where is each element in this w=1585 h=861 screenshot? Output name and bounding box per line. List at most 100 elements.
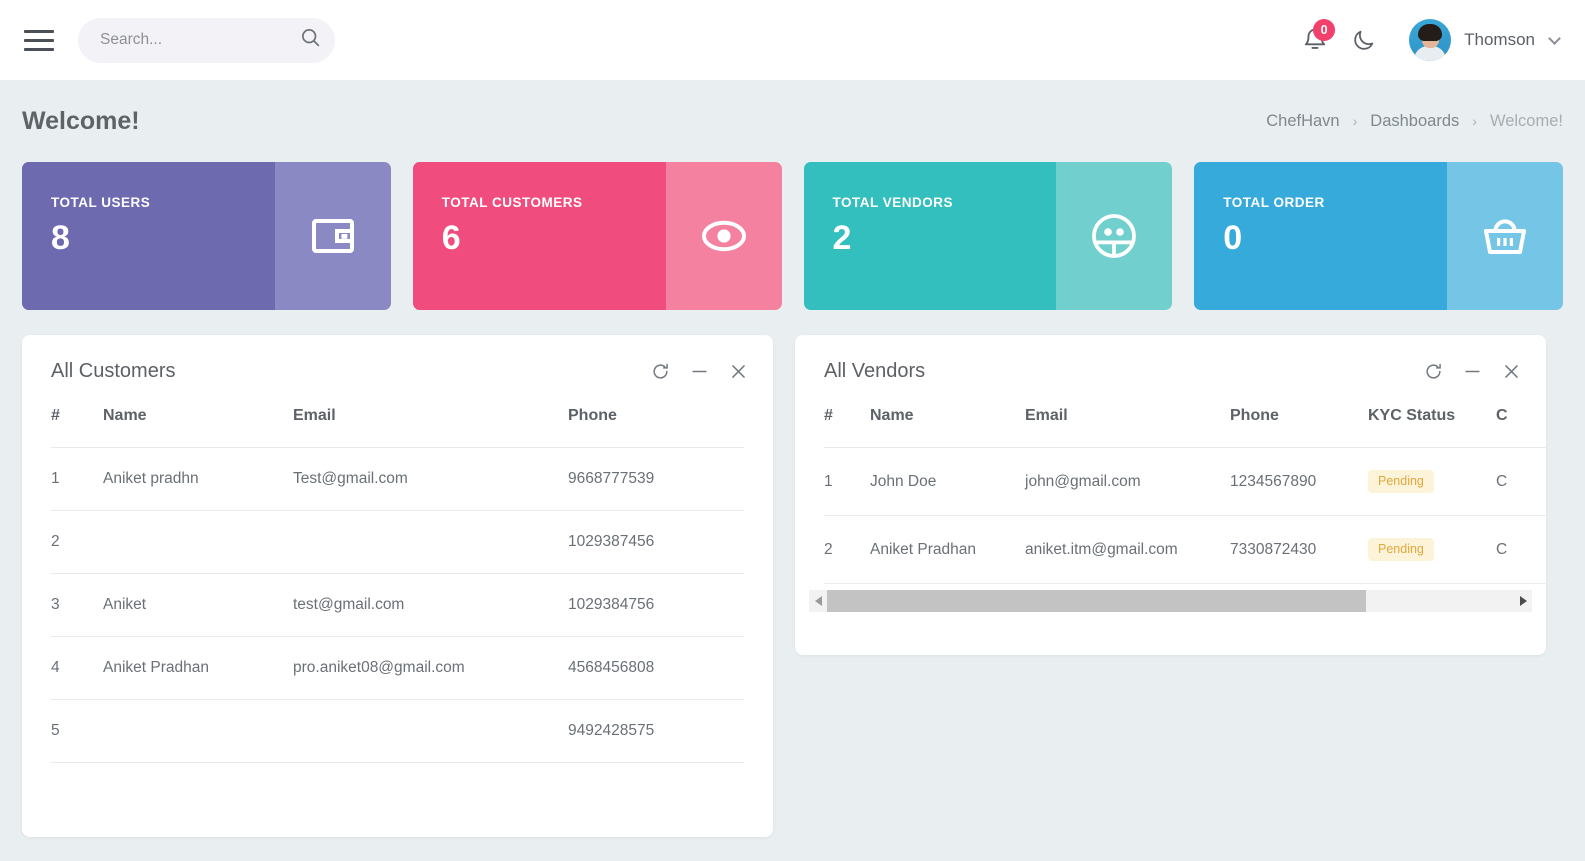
cell-name bbox=[103, 510, 293, 574]
column-header-email: Email bbox=[293, 407, 336, 424]
cell-phone: 1029387456 bbox=[568, 510, 744, 574]
column-header-name: Name bbox=[870, 407, 914, 424]
all-vendors-panel: All Vendors # Name Email Phone KYC Statu… bbox=[795, 335, 1546, 655]
cell-email: aniket.itm@gmail.com bbox=[1025, 515, 1230, 584]
customers-table: # Name Email Phone 1 Aniket pradhn Test@… bbox=[51, 407, 744, 763]
table-body: 1 Aniket pradhn Test@gmail.com 966877753… bbox=[51, 447, 744, 763]
close-icon[interactable] bbox=[727, 360, 749, 382]
cell-index: 2 bbox=[51, 510, 103, 574]
cell-kyc-status: Pending bbox=[1368, 447, 1496, 516]
theme-toggle-button[interactable] bbox=[1339, 16, 1387, 64]
notification-count-badge: 0 bbox=[1313, 19, 1336, 41]
stat-value: 2 bbox=[832, 219, 852, 257]
cell-index: 3 bbox=[51, 573, 103, 637]
table-header-row: # Name Email Phone KYC Status C bbox=[824, 407, 1546, 448]
stat-card-total-order[interactable]: TOTAL ORDER 0 bbox=[1194, 162, 1563, 310]
cell-phone: 9492428575 bbox=[568, 699, 744, 763]
scroll-right-arrow-icon[interactable] bbox=[1514, 590, 1532, 612]
table-head: # Name Email Phone bbox=[51, 407, 744, 448]
column-header-index: # bbox=[51, 407, 60, 424]
table-row[interactable]: 4 Aniket Pradhan pro.aniket08@gmail.com … bbox=[51, 636, 744, 700]
search-input[interactable] bbox=[100, 31, 300, 49]
scrollbar-thumb[interactable] bbox=[827, 590, 1367, 612]
table-row[interactable]: 1 Aniket pradhn Test@gmail.com 966877753… bbox=[51, 447, 744, 511]
cell-index: 5 bbox=[51, 699, 103, 763]
user-menu[interactable]: Thomson bbox=[1409, 19, 1561, 61]
minimize-icon[interactable] bbox=[688, 360, 710, 382]
cell-name: Aniket pradhn bbox=[103, 447, 293, 511]
panel-title: All Vendors bbox=[824, 359, 926, 382]
stat-card-body: TOTAL ORDER 0 bbox=[1194, 162, 1447, 310]
vendors-table: # Name Email Phone KYC Status C 1 John D… bbox=[824, 407, 1546, 584]
wallet-icon bbox=[275, 162, 391, 310]
cell-name: Aniket Pradhan bbox=[103, 636, 293, 700]
table-row[interactable]: 2 1029387456 bbox=[51, 510, 744, 574]
status-badge: Pending bbox=[1368, 538, 1434, 561]
search-icon[interactable] bbox=[300, 27, 321, 53]
cell-email: john@gmail.com bbox=[1025, 447, 1230, 516]
cell-phone: 7330872430 bbox=[1230, 515, 1368, 584]
table-body: 1 John Doe john@gmail.com 1234567890 Pen… bbox=[824, 447, 1546, 584]
cell-clipped: C bbox=[1496, 515, 1546, 584]
scroll-left-arrow-icon[interactable] bbox=[809, 590, 827, 612]
page-content: Welcome! ChefHavn › Dashboards › Welcome… bbox=[0, 80, 1585, 837]
cell-email bbox=[293, 699, 568, 763]
page-title: Welcome! bbox=[22, 106, 140, 135]
close-icon[interactable] bbox=[1500, 360, 1522, 382]
avatar bbox=[1409, 19, 1452, 61]
table-row[interactable]: 3 Aniket test@gmail.com 1029384756 bbox=[51, 573, 744, 637]
panel-header: All Vendors bbox=[795, 335, 1546, 407]
panel-tools bbox=[1422, 360, 1522, 382]
hamburger-menu-icon[interactable] bbox=[22, 23, 56, 57]
stat-label: TOTAL USERS bbox=[51, 195, 151, 210]
scrollbar-track[interactable] bbox=[827, 590, 1514, 612]
stat-label: TOTAL CUSTOMERS bbox=[441, 195, 583, 210]
cell-email: Test@gmail.com bbox=[293, 447, 568, 511]
chevron-down-icon[interactable] bbox=[1548, 31, 1561, 45]
cell-email bbox=[293, 510, 568, 574]
stat-card-total-users[interactable]: TOTAL USERS 8 bbox=[22, 162, 391, 310]
stat-card-total-customers[interactable]: TOTAL CUSTOMERS 6 bbox=[412, 162, 782, 310]
search-box[interactable] bbox=[78, 17, 335, 63]
minimize-icon[interactable] bbox=[1461, 360, 1483, 382]
cell-phone: 4568456808 bbox=[568, 636, 744, 700]
table-row[interactable]: 2 Aniket Pradhan aniket.itm@gmail.com 73… bbox=[824, 515, 1546, 584]
column-header-email: Email bbox=[1025, 407, 1068, 424]
breadcrumb-separator-icon: › bbox=[1472, 113, 1477, 129]
refresh-icon[interactable] bbox=[649, 360, 671, 382]
stat-card-total-vendors[interactable]: TOTAL VENDORS 2 bbox=[803, 162, 1173, 310]
breadcrumb-item-chefhavn[interactable]: ChefHavn bbox=[1266, 112, 1339, 131]
stat-card-body: TOTAL VENDORS 2 bbox=[803, 162, 1057, 310]
all-customers-panel: All Customers # Name Email Phone 1 Anike… bbox=[22, 335, 773, 837]
dashboard-panels: All Customers # Name Email Phone 1 Anike… bbox=[22, 335, 1563, 837]
horizontal-scrollbar[interactable] bbox=[809, 590, 1532, 612]
status-badge: Pending bbox=[1368, 470, 1434, 493]
cell-index: 1 bbox=[824, 447, 870, 516]
table-row[interactable]: 5 9492428575 bbox=[51, 699, 744, 763]
stat-value: 6 bbox=[441, 219, 461, 257]
cell-index: 2 bbox=[824, 515, 870, 584]
user-name: Thomson bbox=[1464, 30, 1535, 49]
stat-value: 8 bbox=[51, 219, 70, 257]
column-header-name: Name bbox=[103, 407, 147, 424]
column-header-phone: Phone bbox=[568, 407, 617, 424]
customers-table-wrap: # Name Email Phone 1 Aniket pradhn Test@… bbox=[22, 407, 773, 763]
people-icon bbox=[1056, 162, 1172, 310]
cell-name bbox=[103, 699, 293, 763]
breadcrumb-item-welcome: Welcome! bbox=[1489, 111, 1563, 130]
column-header-phone: Phone bbox=[1230, 407, 1279, 424]
stat-cards: TOTAL USERS 8 TOTAL CUSTOMERS 6 TOTAL VE… bbox=[22, 162, 1563, 310]
cell-name: John Doe bbox=[870, 447, 1025, 516]
cell-phone: 1029384756 bbox=[568, 573, 744, 637]
panel-title: All Customers bbox=[51, 359, 176, 382]
cell-clipped: C bbox=[1496, 447, 1546, 516]
refresh-icon[interactable] bbox=[1422, 360, 1444, 382]
breadcrumb-item-dashboards[interactable]: Dashboards bbox=[1370, 112, 1459, 131]
vendors-table-wrap: # Name Email Phone KYC Status C 1 John D… bbox=[795, 407, 1546, 584]
table-row[interactable]: 1 John Doe john@gmail.com 1234567890 Pen… bbox=[824, 447, 1546, 516]
breadcrumb: ChefHavn › Dashboards › Welcome! bbox=[1266, 112, 1563, 131]
moon-icon bbox=[1353, 30, 1373, 50]
cell-name: Aniket Pradhan bbox=[870, 515, 1025, 584]
notifications-button[interactable]: 0 bbox=[1291, 16, 1339, 64]
table-header-row: # Name Email Phone bbox=[51, 407, 744, 448]
